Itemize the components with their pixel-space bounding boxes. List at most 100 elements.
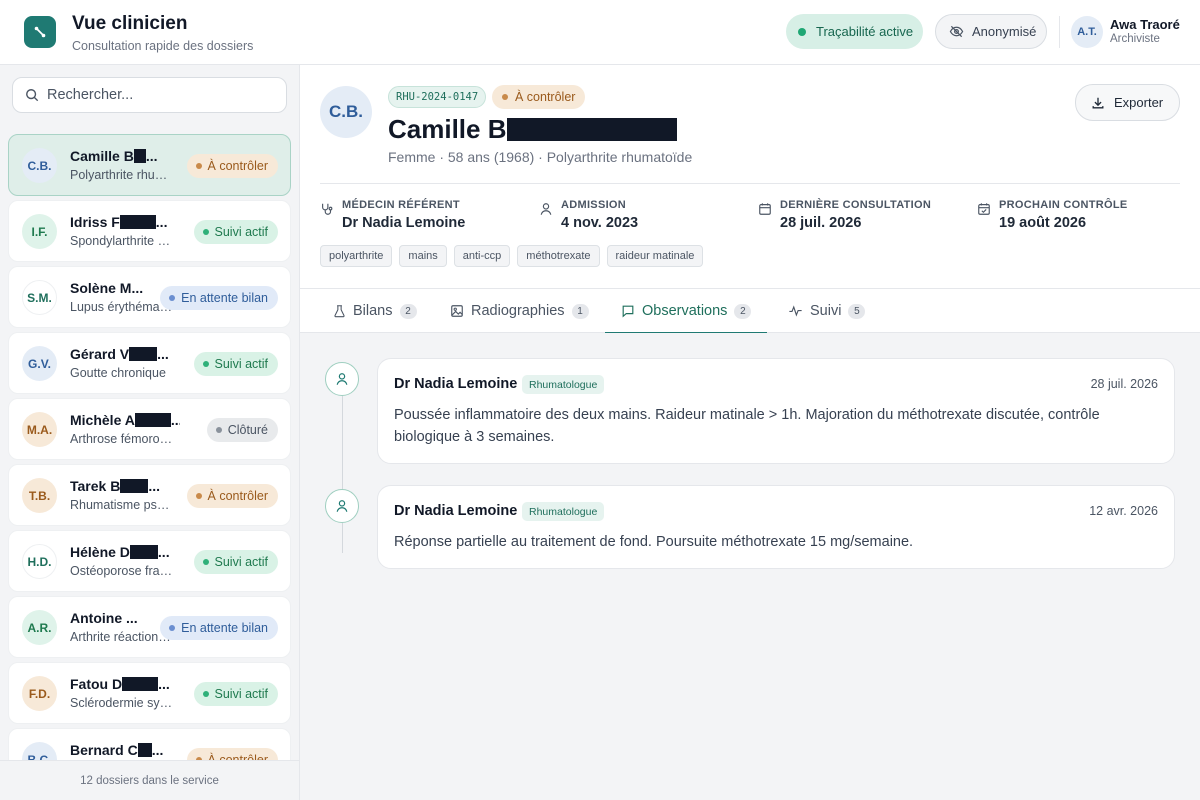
patient-status-badge: À contrôler	[492, 85, 586, 109]
tag[interactable]: anti-ccp	[453, 245, 511, 267]
patient-avatar: C.B.	[320, 86, 372, 138]
redaction-bar	[122, 677, 159, 691]
status-label: Suivi actif	[214, 555, 269, 569]
patient-name: Hélène D...	[70, 544, 170, 560]
status-badge: En attente bilan	[160, 616, 278, 640]
patient-name: Gérard V...	[70, 346, 169, 362]
patient-name-text: Camille B	[70, 148, 134, 164]
info-value: Dr Nadia Lemoine	[342, 215, 466, 231]
tag-list: polyarthrite mains anti-ccp méthotrexate…	[320, 245, 710, 267]
app-logo	[24, 16, 56, 48]
status-dot	[202, 691, 209, 697]
patient-card[interactable]: G.V. Gérard V... Goutte chronique Suivi act…	[8, 332, 291, 394]
status-badge: À contrôler	[186, 484, 278, 508]
tag[interactable]: mains	[399, 245, 447, 267]
patient-sidebar: C.B. Camille B... Polyarthrite rhumatoïde À…	[0, 65, 300, 800]
export-button[interactable]: Exporter	[1075, 84, 1180, 121]
patient-diagnosis: Rhumatisme psoriasique	[70, 498, 175, 512]
anonymize-toggle[interactable]: Anonymisé	[935, 14, 1047, 49]
observation-text: Réponse partielle au traitement de fond.…	[394, 534, 914, 550]
observation-card: Dr Nadia Lemoine Rhumatologue 28 juil. 2…	[377, 358, 1175, 464]
patient-card[interactable]: A.R. Antoine ... Arthrite réactionnelle En …	[8, 596, 291, 658]
patient-name-text: Fatou D	[70, 676, 123, 692]
status-label: À contrôler	[207, 489, 268, 503]
status-badge: À contrôler	[186, 748, 278, 760]
timeline-node	[325, 489, 359, 523]
tag[interactable]: raideur matinale	[606, 245, 704, 267]
patient-name: Camille B	[388, 114, 677, 145]
patient-name: Camille B...	[70, 148, 157, 164]
traceability-label: Traçabilité active	[816, 24, 914, 39]
patient-card[interactable]: H.D. Hélène D... Ostéoporose fracturaire Su…	[8, 530, 291, 592]
activity-icon	[789, 305, 802, 317]
status-dot	[169, 295, 176, 301]
patient-card[interactable]: M.A. Michèle A... Arthrose fémoro-tibiale C…	[8, 398, 291, 460]
patient-card[interactable]: T.B. Tarek B... Rhumatisme psoriasique À co…	[8, 464, 291, 526]
status-dot	[202, 361, 209, 367]
patient-name: Idriss F...	[70, 214, 167, 230]
redaction-bar	[129, 347, 158, 361]
patient-card[interactable]: I.F. Idriss F... Spondylarthrite ankylosan…	[8, 200, 291, 262]
patient-name-text: Camille B	[388, 114, 507, 144]
tab-count: 2	[399, 303, 417, 319]
patient-avatar: G.V.	[22, 346, 57, 381]
patient-card[interactable]: B.C. Bernard C... À contrôler	[8, 728, 291, 760]
patient-avatar: F.D.	[22, 676, 57, 711]
sidebar-footer: 12 dossiers dans le service	[0, 760, 299, 800]
status-label: Clôturé	[227, 423, 268, 437]
ellipsis: ...	[157, 346, 169, 362]
export-label: Exporter	[1114, 95, 1164, 110]
info-label: PROCHAIN CONTRÔLE	[999, 199, 1128, 211]
tag[interactable]: méthotrexate	[517, 245, 600, 267]
patient-card[interactable]: S.M. Solène M... Lupus érythémateux En atte…	[8, 266, 291, 328]
search-input[interactable]	[47, 87, 277, 103]
patient-name-text: Solène M...	[70, 280, 144, 296]
tab-label: Observations	[642, 303, 728, 319]
ellipsis: ...	[158, 676, 170, 692]
tab-count: 2	[734, 303, 752, 319]
observation-date: 28 juil. 2026	[1090, 377, 1158, 391]
info-value: 28 juil. 2026	[780, 215, 862, 231]
observation-text: Poussée inflammatoire des deux mains. Ra…	[394, 407, 1100, 445]
tag[interactable]: polyarthrite	[320, 245, 393, 267]
status-dot	[215, 427, 222, 433]
user-avatar[interactable]: A.T.	[1071, 16, 1103, 48]
tab-observations[interactable]: Observations 2	[605, 289, 768, 334]
info-label: ADMISSION	[561, 199, 627, 211]
info-label: DERNIÈRE CONSULTATION	[780, 199, 932, 211]
tab-suivi[interactable]: Suivi 5	[788, 289, 866, 333]
patient-card[interactable]: C.B. Camille B... Polyarthrite rhumatoïde À…	[8, 134, 291, 196]
patient-name: Solène M...	[70, 280, 143, 296]
redaction-bar	[119, 215, 156, 229]
redaction-bar	[137, 743, 152, 757]
patient-diagnosis: Spondylarthrite ankylosante	[70, 234, 175, 248]
tab-label: Radiographies	[471, 303, 565, 319]
patient-card[interactable]: F.D. Fatou D... Sclérodermie systémique Sui…	[8, 662, 291, 724]
ellipsis: ...	[148, 478, 160, 494]
user-icon	[336, 373, 348, 385]
status-label: En attente bilan	[181, 621, 268, 635]
status-badge: En attente bilan	[160, 286, 278, 310]
observation-role-badge: Rhumatologue	[522, 502, 605, 521]
patient-name: Michèle A...	[70, 412, 180, 428]
tab-bilans[interactable]: Bilans 2	[333, 289, 417, 333]
traceability-toggle[interactable]: Traçabilité active	[786, 14, 923, 49]
patient-diagnosis: Arthrose fémoro-tibiale	[70, 432, 175, 446]
stethoscope-icon	[322, 203, 333, 215]
patient-list: C.B. Camille B... Polyarthrite rhumatoïde À…	[8, 134, 291, 760]
app-header: Vue clinicien Consultation rapide des do…	[0, 0, 1200, 65]
tab-radiographies[interactable]: Radiographies 1	[450, 289, 589, 333]
patient-diagnosis: Lupus érythémateux	[70, 300, 175, 314]
user-role: Archiviste	[1110, 33, 1160, 45]
patient-name-text: Hélène D	[70, 544, 130, 560]
timeline-node	[325, 362, 359, 396]
header-divider	[1059, 16, 1060, 48]
search-box	[12, 77, 287, 113]
redaction-bar	[120, 479, 149, 493]
patient-meta: Femme · 58 ans (1968) · Polyarthrite rhu…	[388, 149, 693, 165]
info-label: MÉDECIN RÉFÉRENT	[342, 199, 460, 211]
status-label: À contrôler	[207, 159, 268, 173]
link-icon	[34, 26, 46, 38]
patient-name-text: Gérard V	[70, 346, 130, 362]
ellipsis: ...	[155, 214, 168, 230]
